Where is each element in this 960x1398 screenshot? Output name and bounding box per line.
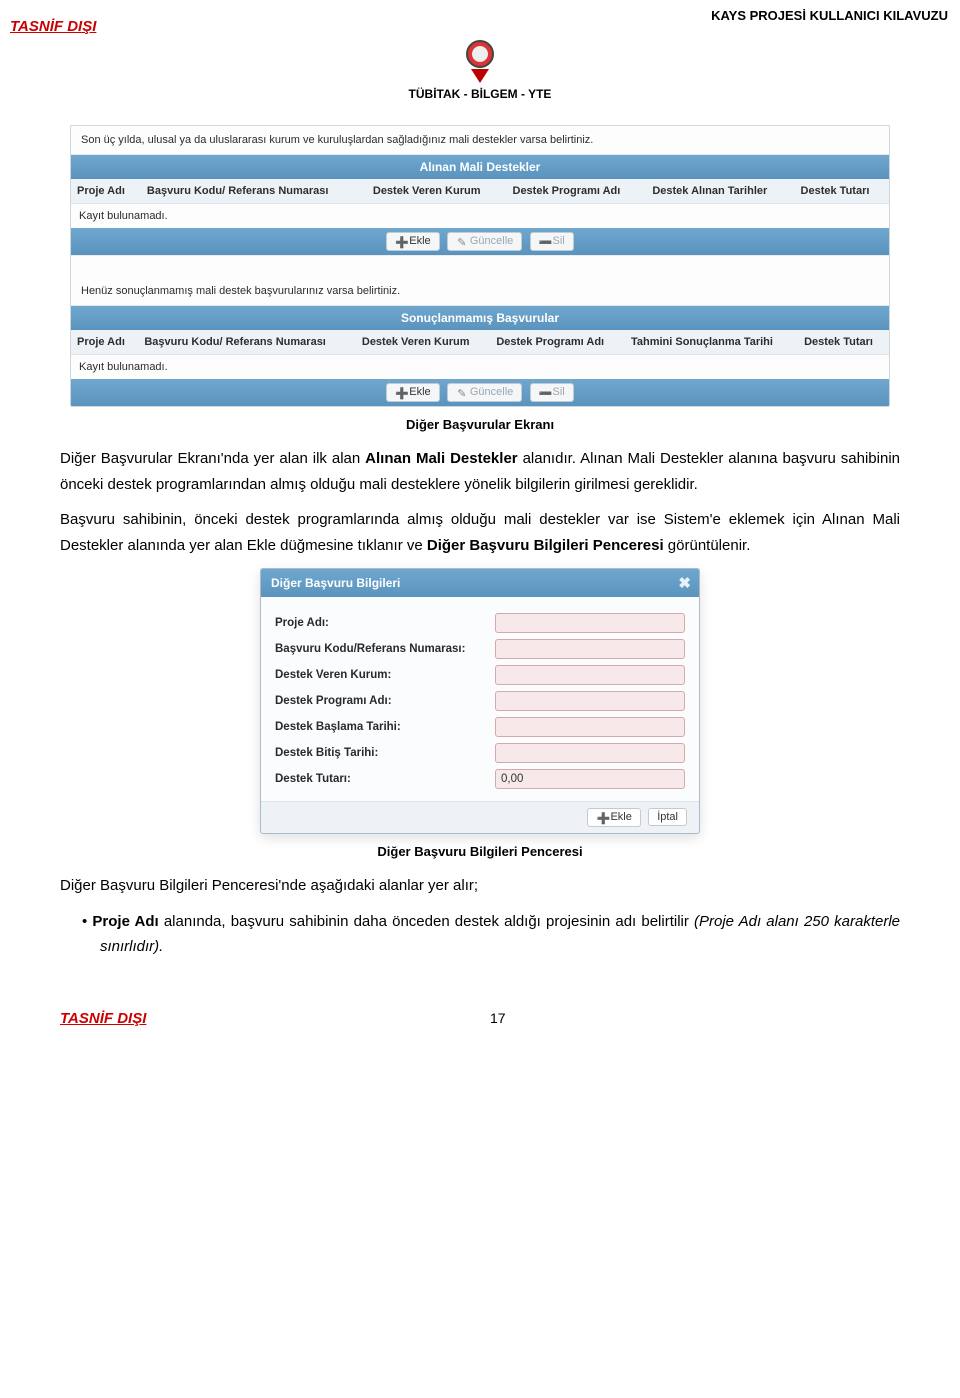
minus-icon: ➖ — [539, 236, 551, 248]
text-bold: Diğer Başvuru Bilgileri Penceresi — [427, 537, 664, 554]
col-header[interactable]: Proje Adı — [71, 330, 138, 355]
col-header[interactable]: Destek Tutarı — [795, 179, 889, 204]
cancel-label: İptal — [657, 811, 678, 823]
dialog-title: Diğer Başvuru Bilgileri ✖ — [261, 569, 699, 597]
add-label: Ekle — [610, 811, 631, 823]
col-header[interactable]: Başvuru Kodu/ Referans Numarası — [141, 179, 367, 204]
add-label: Ekle — [409, 386, 430, 398]
update-button[interactable]: ✎Güncelle — [447, 383, 522, 402]
dialog-footer: ➕Ekle İptal — [261, 801, 699, 833]
input-bitis-tarihi[interactable] — [495, 743, 685, 763]
add-label: Ekle — [409, 235, 430, 247]
classification-header: TASNİF DIŞI — [10, 18, 96, 35]
label-proje-adi: Proje Adı: — [275, 617, 495, 629]
delete-label: Sil — [553, 386, 565, 398]
label-destek-program: Destek Programı Adı: — [275, 695, 495, 707]
text: alanında, başvuru sahibinin daha önceden… — [159, 913, 694, 930]
panel1-table: Proje Adı Başvuru Kodu/ Referans Numaras… — [71, 179, 889, 228]
delete-button[interactable]: ➖Sil — [530, 232, 574, 251]
bullet-1: Proje Adı alanında, başvuru sahibinin da… — [100, 909, 900, 960]
panel2-title: Sonuçlanmamış Başvurular — [71, 306, 889, 330]
col-header[interactable]: Destek Alınan Tarihler — [646, 179, 794, 204]
plus-icon: ➕ — [395, 387, 407, 399]
add-button[interactable]: ➕Ekle — [386, 383, 439, 402]
minus-icon: ➖ — [539, 387, 551, 399]
dialog-body: Proje Adı: Başvuru Kodu/Referans Numaras… — [261, 597, 699, 801]
doc-header: TÜBİTAK - BİLGEM - YTE — [60, 40, 900, 101]
col-header[interactable]: Başvuru Kodu/ Referans Numarası — [138, 330, 356, 355]
label-basvuru-kodu: Başvuru Kodu/Referans Numarası: — [275, 643, 495, 655]
panel1-toolbar: ➕Ekle ✎Güncelle ➖Sil — [71, 228, 889, 255]
dialog-add-button[interactable]: ➕Ekle — [587, 808, 640, 827]
label-baslama-tarihi: Destek Başlama Tarihi: — [275, 721, 495, 733]
input-proje-adi[interactable] — [495, 613, 685, 633]
panel1-note: Son üç yılda, ulusal ya da uluslararası … — [71, 126, 889, 155]
text-bold: Proje Adı — [92, 913, 158, 930]
panel2-note: Henüz sonuçlanmamış mali destek başvurul… — [71, 277, 889, 306]
logo-chevron-icon — [471, 69, 489, 83]
close-icon[interactable]: ✖ — [678, 574, 691, 592]
label-destek-kurum: Destek Veren Kurum: — [275, 669, 495, 681]
plus-icon: ➕ — [395, 236, 407, 248]
pencil-icon: ✎ — [456, 236, 468, 248]
paragraph-2: Başvuru sahibinin, önceki destek program… — [60, 507, 900, 558]
screenshot-panel: Son üç yılda, ulusal ya da uluslararası … — [70, 125, 890, 407]
panel2-toolbar: ➕Ekle ✎Güncelle ➖Sil — [71, 379, 889, 406]
input-destek-program[interactable] — [495, 691, 685, 711]
dialog-other-application-info: Diğer Başvuru Bilgileri ✖ Proje Adı: Baş… — [260, 568, 700, 834]
col-header[interactable]: Destek Programı Adı — [490, 330, 625, 355]
panel1-empty: Kayıt bulunamadı. — [71, 204, 889, 229]
dialog-title-text: Diğer Başvuru Bilgileri — [271, 576, 400, 590]
pencil-icon: ✎ — [456, 387, 468, 399]
delete-label: Sil — [553, 235, 565, 247]
page-number: 17 — [490, 1010, 506, 1026]
classification-footer: TASNİF DIŞI — [60, 1010, 146, 1027]
panel1-title: Alınan Mali Destekler — [71, 155, 889, 179]
paragraph-1: Diğer Başvurular Ekranı'nda yer alan ilk… — [60, 446, 900, 497]
input-destek-kurum[interactable] — [495, 665, 685, 685]
figure-caption-2: Diğer Başvuru Bilgileri Penceresi — [60, 844, 900, 859]
text-bold: Alınan Mali Destekler — [365, 450, 517, 467]
label-bitis-tarihi: Destek Bitiş Tarihi: — [275, 747, 495, 759]
text: görüntülenir. — [664, 537, 751, 554]
update-label: Güncelle — [470, 386, 513, 398]
dialog-cancel-button[interactable]: İptal — [648, 808, 687, 826]
text: Diğer Başvurular Ekranı'nda yer alan ilk… — [60, 450, 365, 467]
input-destek-tutari[interactable] — [495, 769, 685, 789]
col-header[interactable]: Destek Programı Adı — [507, 179, 647, 204]
input-baslama-tarihi[interactable] — [495, 717, 685, 737]
col-header[interactable]: Destek Veren Kurum — [356, 330, 490, 355]
panel2-empty: Kayıt bulunamadı. — [71, 355, 889, 380]
tubitak-logo-icon — [466, 40, 494, 68]
add-button[interactable]: ➕Ekle — [386, 232, 439, 251]
update-button[interactable]: ✎Güncelle — [447, 232, 522, 251]
col-header[interactable]: Proje Adı — [71, 179, 141, 204]
col-header[interactable]: Destek Veren Kurum — [367, 179, 507, 204]
label-destek-tutari: Destek Tutarı: — [275, 773, 495, 785]
col-header[interactable]: Tahmini Sonuçlanma Tarihi — [625, 330, 798, 355]
panel2-table: Proje Adı Başvuru Kodu/ Referans Numaras… — [71, 330, 889, 379]
update-label: Güncelle — [470, 235, 513, 247]
input-basvuru-kodu[interactable] — [495, 639, 685, 659]
org-subtitle: TÜBİTAK - BİLGEM - YTE — [60, 87, 900, 101]
figure-caption-1: Diğer Başvurular Ekranı — [60, 417, 900, 432]
paragraph-3: Diğer Başvuru Bilgileri Penceresi'nde aş… — [60, 873, 900, 899]
delete-button[interactable]: ➖Sil — [530, 383, 574, 402]
plus-icon: ➕ — [596, 812, 608, 824]
col-header[interactable]: Destek Tutarı — [798, 330, 889, 355]
doc-title-header: KAYS PROJESİ KULLANICI KILAVUZU — [711, 8, 948, 23]
